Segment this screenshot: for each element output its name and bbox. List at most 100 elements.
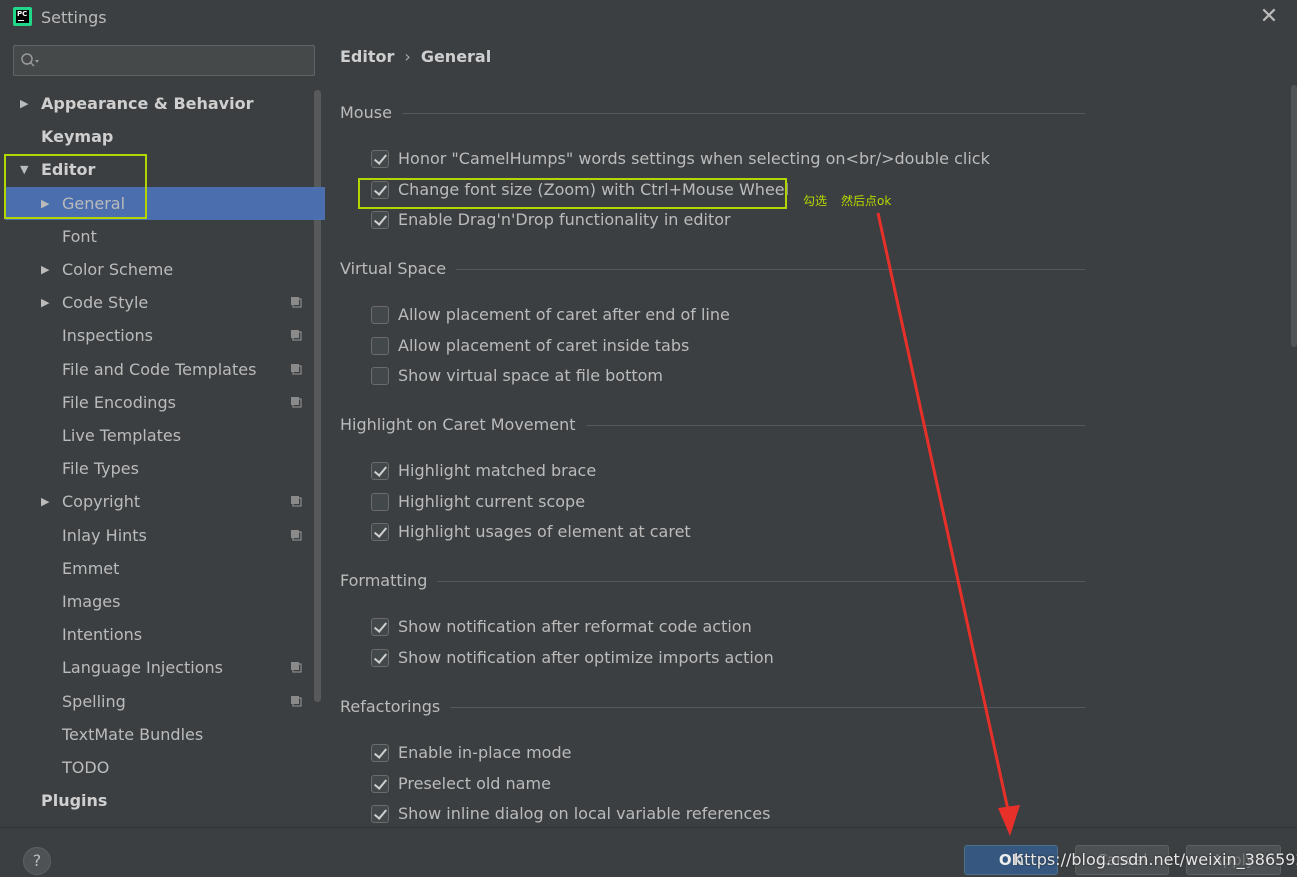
sidebar-item-label: Intentions — [62, 625, 143, 645]
collapsed-arrow-icon[interactable]: ▶ — [41, 253, 53, 286]
checkbox-checked[interactable] — [371, 805, 389, 824]
sidebar-item-inlay-hints[interactable]: Inlay Hints — [5, 519, 325, 552]
sidebar-item-label: Appearance & Behavior — [41, 94, 254, 113]
search-icon — [21, 53, 39, 67]
option-label: Enable in-place mode — [398, 743, 572, 762]
sidebar-item-label: File Encodings — [62, 392, 176, 412]
option-label: Show virtual space at file bottom — [398, 366, 664, 386]
sidebar-item-plugins[interactable]: Plugins — [5, 784, 325, 817]
editor-highlight-box — [4, 154, 147, 219]
sidebar-item-font[interactable]: Font — [5, 220, 325, 253]
sidebar-item-file-encodings[interactable]: File Encodings — [5, 386, 325, 419]
annotation-text-1: 勾选 — [803, 194, 828, 208]
project-scope-icon — [291, 396, 302, 408]
sidebar-item-label: Font — [62, 226, 97, 246]
sidebar-item-label: Language Injections — [62, 658, 223, 678]
sidebar-item-label: Images — [62, 592, 121, 611]
sidebar-item-inspections[interactable]: Inspections — [5, 319, 325, 352]
pycharm-icon: PC — [13, 7, 32, 26]
sidebar-item-label: Spelling — [62, 691, 126, 711]
option-label: Highlight current scope — [398, 491, 586, 511]
sidebar-item-intentions[interactable]: Intentions — [5, 618, 325, 651]
section-title-formatting: Formatting — [340, 571, 428, 590]
sidebar-item-label: Inspections — [62, 326, 153, 346]
checkbox-checked[interactable] — [371, 648, 389, 667]
sidebar-item-file-types[interactable]: File Types — [5, 452, 325, 485]
option-label: Show notification after reformat code ac… — [398, 617, 752, 636]
section-divider — [437, 581, 1085, 582]
checkbox-checked[interactable] — [371, 618, 389, 636]
sidebar-item-emmet[interactable]: Emmet — [5, 552, 325, 585]
checkbox-checked[interactable] — [371, 523, 389, 542]
section-divider — [450, 707, 1085, 708]
option-label: Show notification after optimize imports… — [398, 647, 774, 667]
sidebar-item-file-and-code-templates[interactable]: File and Code Templates — [5, 353, 325, 386]
sidebar-item-version-control[interactable]: ▶ Version Control — [5, 817, 325, 827]
collapsed-arrow-icon[interactable]: ▶ — [20, 817, 32, 827]
option-label: Highlight matched brace — [398, 461, 597, 480]
search-input[interactable] — [13, 45, 315, 76]
collapsed-arrow-icon[interactable]: ▶ — [20, 87, 32, 120]
collapsed-arrow-icon[interactable]: ▶ — [41, 485, 53, 518]
sidebar-item-appearance-behavior[interactable]: ▶ Appearance & Behavior — [5, 87, 325, 120]
section-title-refactorings: Refactorings — [340, 697, 441, 716]
option-label: Enable Drag'n'Drop functionality in edit… — [398, 210, 731, 230]
close-icon[interactable]: ✕ — [1255, 3, 1283, 31]
section-title-mouse: Mouse — [340, 103, 392, 122]
section-title-virtual-space: Virtual Space — [340, 259, 447, 278]
collapsed-arrow-icon[interactable]: ▶ — [41, 286, 53, 319]
sidebar-item-label: TextMate Bundles — [62, 724, 204, 744]
sidebar-item-language-injections[interactable]: Language Injections — [5, 651, 325, 684]
sidebar-item-live-templates[interactable]: Live Templates — [5, 419, 325, 452]
sidebar-item-code-style[interactable]: ▶ Code Style — [5, 286, 325, 319]
sidebar-item-keymap[interactable]: Keymap — [5, 120, 325, 153]
window-title: Settings — [41, 8, 107, 27]
sidebar-item-label: Version Control — [41, 817, 180, 827]
sidebar-item-spelling[interactable]: Spelling — [5, 685, 325, 718]
checkbox-checked[interactable] — [371, 774, 389, 793]
project-scope-icon — [291, 496, 302, 507]
title-bar: PC Settings ✕ — [0, 0, 1297, 35]
sidebar-item-label: Plugins — [41, 791, 108, 811]
checkbox-unchecked[interactable] — [371, 492, 389, 511]
annotation-text-2: 然后点ok — [841, 194, 892, 208]
project-scope-icon — [291, 695, 302, 707]
sidebar-item-label: TODO — [62, 758, 110, 777]
sidebar-item-label: Copyright — [62, 492, 141, 512]
content-scrollbar[interactable] — [1291, 85, 1297, 347]
sidebar-item-label: Live Templates — [62, 426, 182, 445]
annotation-text: 勾选 然后点ok — [803, 192, 905, 209]
zoom-option-highlight-box — [358, 178, 787, 209]
checkbox-unchecked[interactable] — [371, 336, 389, 355]
project-scope-icon — [291, 662, 302, 673]
app-icon-text: PC — [16, 10, 29, 23]
settings-content: Editor › General Mouse Honor "CamelHumps" w… — [325, 35, 1297, 827]
sidebar-item-label: File and Code Templates — [62, 359, 257, 379]
breadcrumb-parent[interactable]: Editor — [340, 47, 394, 66]
project-scope-icon — [291, 363, 302, 375]
sidebar-item-label: Inlay Hints — [62, 525, 147, 545]
help-button[interactable]: ? — [23, 847, 51, 875]
sidebar-item-color-scheme[interactable]: ▶ Color Scheme — [5, 253, 325, 286]
sidebar-item-label: Keymap — [41, 127, 114, 147]
sidebar-item-todo[interactable]: TODO — [5, 751, 325, 784]
option-label: Allow placement of caret after end of li… — [398, 305, 730, 324]
checkbox-checked[interactable] — [371, 744, 389, 762]
section-divider — [456, 269, 1085, 270]
checkbox-unchecked[interactable] — [371, 306, 389, 324]
sidebar-item-images[interactable]: Images — [5, 585, 325, 618]
sidebar-item-textmate-bundles[interactable]: TextMate Bundles — [5, 718, 325, 751]
sidebar-item-label: Code Style — [62, 293, 149, 313]
checkbox-unchecked[interactable] — [371, 367, 389, 386]
checkbox-checked[interactable] — [371, 211, 389, 230]
checkbox-checked[interactable] — [371, 462, 389, 480]
watermark-text: https://blog.csdn.net/weixin_38659265 — [1014, 850, 1297, 869]
breadcrumb: Editor › General — [340, 47, 491, 66]
section-divider — [586, 425, 1085, 426]
dialog-footer: ? OK Cancel Apply https://blog.csdn.net/… — [0, 827, 1297, 877]
project-scope-icon — [291, 330, 302, 341]
checkbox-checked[interactable] — [371, 150, 389, 168]
sidebar-item-copyright[interactable]: ▶ Copyright — [5, 485, 325, 518]
option-label: Show inline dialog on local variable ref… — [398, 804, 771, 824]
option-label: Allow placement of caret inside tabs — [398, 335, 690, 355]
